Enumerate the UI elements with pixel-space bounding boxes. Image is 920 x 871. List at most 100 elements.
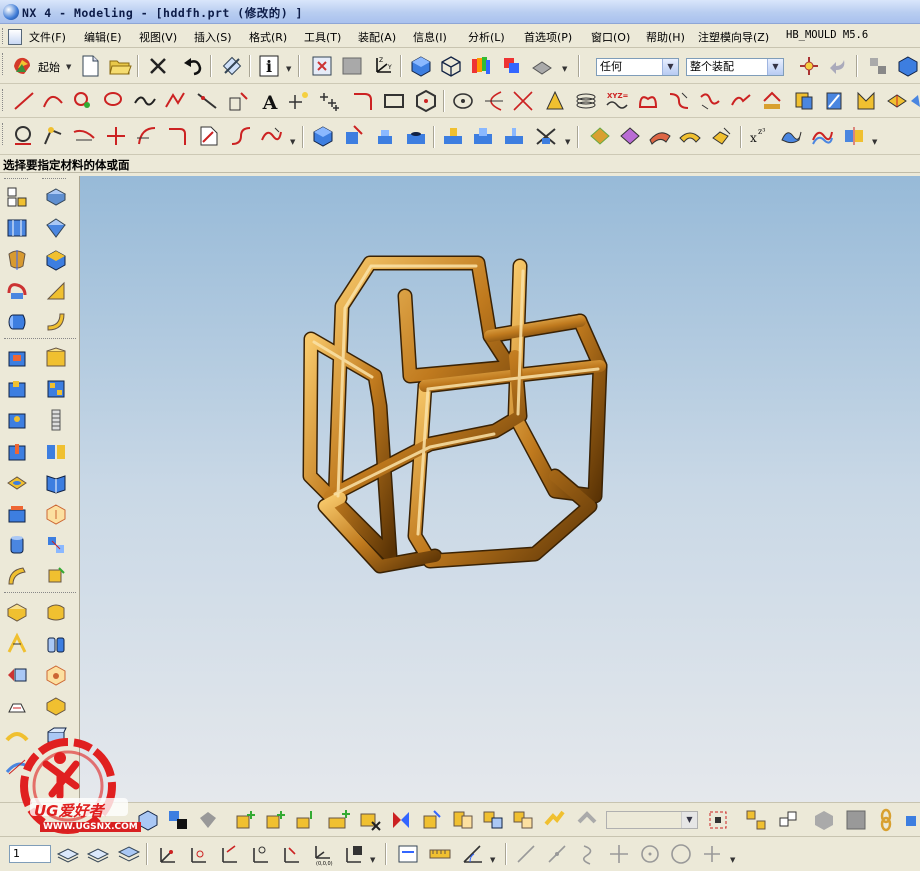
sequence-icon[interactable]: [575, 808, 599, 832]
polygon-icon[interactable]: [414, 89, 438, 113]
selection-scope-select[interactable]: 整个装配 ▼: [686, 58, 784, 76]
menubar-grip[interactable]: [2, 28, 6, 44]
arc-icon[interactable]: [41, 89, 65, 113]
snap-control-icon[interactable]: [576, 842, 600, 866]
block-feature-icon[interactable]: [44, 185, 68, 209]
wcs-dropdown-chevron[interactable]: ▼: [370, 856, 375, 864]
thread-feature-icon[interactable]: [44, 408, 68, 432]
split-body-icon[interactable]: [842, 124, 866, 148]
fit-view-icon[interactable]: [310, 54, 334, 78]
offset-face-icon[interactable]: [710, 124, 734, 148]
delete-component-icon[interactable]: [358, 808, 382, 832]
mirror-assembly-icon[interactable]: [451, 808, 475, 832]
open-folder-icon[interactable]: [108, 54, 132, 78]
extract-curve-icon[interactable]: [908, 89, 920, 113]
bridge-curve-icon[interactable]: [667, 89, 691, 113]
toolbar-grip[interactable]: [2, 89, 6, 111]
boss-feature-icon[interactable]: [5, 377, 29, 401]
extrude-icon[interactable]: [342, 124, 366, 148]
shell-icon[interactable]: [648, 124, 672, 148]
information-icon[interactable]: i: [257, 54, 281, 78]
pattern-feature-icon[interactable]: [44, 377, 68, 401]
pad-feature-icon[interactable]: [5, 502, 29, 526]
create-component-icon[interactable]: [264, 808, 288, 832]
link-chain-icon[interactable]: [874, 808, 898, 832]
edit-fillet-icon[interactable]: [104, 124, 128, 148]
smooth-spline-icon[interactable]: [259, 124, 283, 148]
color-palette-icon[interactable]: [469, 54, 493, 78]
sequence-gray-icon[interactable]: [812, 808, 836, 832]
auto-explode-icon[interactable]: [744, 808, 768, 832]
trim-body-icon[interactable]: [44, 600, 68, 624]
wcs-origin-icon[interactable]: [155, 842, 179, 866]
mate-component-icon[interactable]: [389, 808, 413, 832]
toolbar-grip[interactable]: [2, 123, 6, 145]
cylinder-icon[interactable]: [5, 310, 29, 334]
menu-file[interactable]: 文件(F): [29, 29, 66, 45]
assembly-clone-icon[interactable]: [166, 808, 190, 832]
project-curve-icon[interactable]: [760, 89, 784, 113]
edge-fillet-feature-icon[interactable]: [44, 279, 68, 303]
menu-hb-mould[interactable]: HB_MOULD M5.6: [786, 29, 868, 41]
analysis-dropdown-chevron[interactable]: ▼: [490, 856, 495, 864]
chevron-down-icon[interactable]: ▼: [662, 59, 678, 75]
boss-icon[interactable]: [441, 124, 465, 148]
point-set-plus-icon[interactable]: [318, 89, 342, 113]
snap-quadrant-icon[interactable]: [669, 842, 693, 866]
toolbar-grip[interactable]: [2, 53, 6, 75]
layer-settings-icon[interactable]: [500, 54, 524, 78]
nx-app-icon[interactable]: [3, 4, 19, 20]
snap-point-icon[interactable]: [797, 54, 821, 78]
wcs-icon[interactable]: ZY: [371, 54, 395, 78]
menu-edit[interactable]: 编辑(E): [84, 29, 122, 45]
law-curve-icon[interactable]: XYZ=: [605, 89, 629, 113]
deselect-icon[interactable]: [826, 54, 850, 78]
ellipse-center-icon[interactable]: [451, 89, 475, 113]
toolbar-grip[interactable]: [4, 338, 76, 341]
join-curve-icon[interactable]: [729, 89, 753, 113]
helix-icon[interactable]: [195, 89, 219, 113]
graphics-viewport[interactable]: [80, 176, 920, 802]
wcs-rotate-icon[interactable]: [217, 842, 241, 866]
view-dropdown-chevron[interactable]: ▼: [562, 65, 567, 73]
hole-icon[interactable]: [404, 124, 428, 148]
offset-region-icon[interactable]: [44, 502, 68, 526]
reposition-icon[interactable]: [420, 808, 444, 832]
sewn-body-icon[interactable]: [5, 600, 29, 624]
start-button[interactable]: 起始: [38, 59, 60, 75]
toolbar-grip[interactable]: [4, 592, 76, 595]
offset-curve-icon[interactable]: [636, 89, 660, 113]
trim-corner-icon[interactable]: [41, 124, 65, 148]
measure-distance-icon[interactable]: [396, 842, 420, 866]
menu-tools[interactable]: 工具(T): [304, 29, 341, 45]
extend-sheet-icon[interactable]: [5, 663, 29, 687]
polyline-icon[interactable]: [163, 89, 187, 113]
info-dropdown-chevron[interactable]: ▼: [286, 65, 291, 73]
toolbar-grip[interactable]: [4, 178, 28, 181]
modeling-dropdown-chevron[interactable]: ▼: [872, 138, 877, 146]
hyperbola-icon[interactable]: [511, 89, 535, 113]
edit-explosion-icon[interactable]: [706, 808, 730, 832]
face-feature-icon[interactable]: [44, 346, 68, 370]
stretch-curve-icon[interactable]: [197, 124, 221, 148]
block-icon[interactable]: [311, 124, 335, 148]
cube-feature-icon[interactable]: [44, 248, 68, 272]
draft-icon[interactable]: [678, 124, 702, 148]
pocket-icon[interactable]: [471, 124, 495, 148]
start-icon[interactable]: [10, 54, 34, 78]
layer-category-icon[interactable]: [117, 842, 141, 866]
corner-icon[interactable]: [166, 124, 190, 148]
snap-intersection-icon[interactable]: [607, 842, 631, 866]
sweep-along-guide-icon[interactable]: [5, 564, 29, 588]
substitute-component-icon[interactable]: [511, 808, 535, 832]
wireframe-view-icon[interactable]: [439, 54, 463, 78]
snap-dropdown-chevron[interactable]: ▼: [730, 856, 735, 864]
book-sew-icon[interactable]: [44, 471, 68, 495]
datum-axis-icon[interactable]: [5, 632, 29, 656]
helix-coil-icon[interactable]: [574, 89, 598, 113]
cylinder-stack-icon[interactable]: [5, 533, 29, 557]
cylinder-feature-icon[interactable]: [44, 216, 68, 240]
menu-format[interactable]: 格式(R): [249, 29, 287, 45]
measure-angle-icon[interactable]: [460, 842, 484, 866]
arc-length-icon[interactable]: [229, 124, 253, 148]
